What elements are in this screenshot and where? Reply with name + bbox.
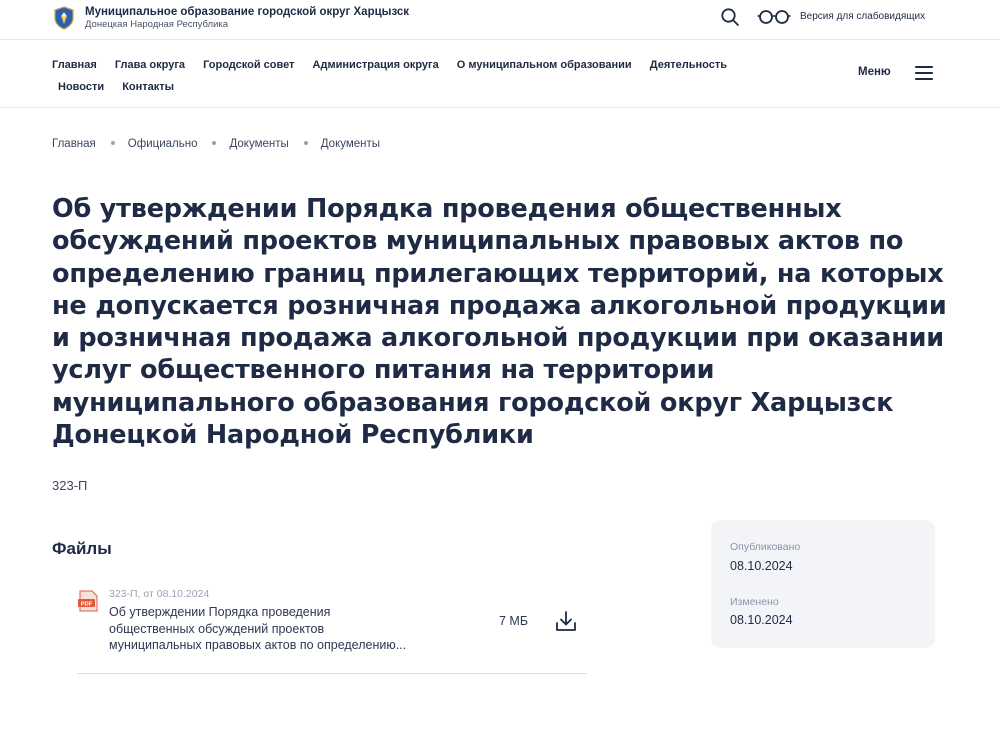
file-description-line: муниципальных правовых актов по определе… [109,638,407,652]
file-description[interactable]: Об утверждении Порядка проведения общест… [109,604,469,654]
title-line: Донецкой Народной Республики [52,420,534,451]
title-line: определению границ прилегающих территори… [52,258,944,289]
breadcrumb-separator [303,140,308,145]
file-size: 7 МБ [499,614,529,628]
breadcrumb-item-official[interactable]: Официально [128,138,198,150]
glasses-icon[interactable] [757,8,791,26]
document-number: 323-П [52,478,88,493]
top-bar: Муниципальное образование городской окру… [0,0,1000,40]
nav-item-administration[interactable]: Администрация округа [313,59,439,71]
title-line: не допускается розничная продажа алкогол… [52,290,947,321]
nav-row-1: Главная Глава округа Городской совет Адм… [52,59,742,71]
title-line: обсуждений проектов муниципальных правов… [52,226,904,257]
nav-item-head[interactable]: Глава округа [115,59,185,71]
published-date: 08.10.2024 [730,559,793,573]
nav-item-activity[interactable]: Деятельность [650,59,727,71]
file-description-line: общественных обсуждений проектов [109,621,325,636]
title-line: услуг общественного питания на территори… [52,355,715,386]
nav-item-council[interactable]: Городской совет [203,59,294,71]
menu-button[interactable]: Меню [858,66,891,78]
breadcrumb-item-home[interactable]: Главная [52,138,96,150]
breadcrumb-item-documents-current[interactable]: Документы [321,138,380,150]
nav-item-about[interactable]: О муниципальном образовании [457,59,632,71]
nav-item-news[interactable]: Новости [58,81,104,93]
title-line: муниципального образования городской окр… [52,387,894,418]
file-meta: 323-П, от 08.10.2024 [109,588,210,600]
download-icon[interactable] [555,610,577,632]
title-line: и розничная продажа алкогольной продукци… [52,323,944,354]
modified-label: Изменено [730,596,779,608]
nav-row-2: Новости Контакты [58,81,189,93]
coat-of-arms-icon[interactable] [52,6,76,30]
org-title[interactable]: Муниципальное образование городской окру… [85,6,409,18]
nav-item-contacts[interactable]: Контакты [122,81,174,93]
org-subtitle: Донецкая Народная Республика [85,19,229,30]
hamburger-icon[interactable] [915,66,933,80]
publication-info-card: Опубликовано 08.10.2024 Изменено 08.10.2… [711,520,935,648]
pdf-icon: PDF [78,590,98,612]
nav-item-home[interactable]: Главная [52,59,97,71]
file-item[interactable]: PDF 323-П, от 08.10.2024 Об утверждении … [77,584,587,674]
file-description-line: Об утверждении Порядка проведения [109,605,331,619]
published-label: Опубликовано [730,541,801,553]
accessibility-version-link[interactable]: Версия для слабовидящих [800,11,925,22]
svg-text:PDF: PDF [81,601,93,607]
breadcrumb-separator [110,140,115,145]
title-line: Об утверждении Порядка проведения общест… [52,194,842,224]
modified-date: 08.10.2024 [730,613,793,627]
breadcrumb-separator [212,140,217,145]
files-heading: Файлы [52,539,112,558]
search-icon[interactable] [720,7,740,27]
main-nav: Главная Глава округа Городской совет Адм… [0,41,1000,108]
breadcrumb-item-documents[interactable]: Документы [229,138,288,150]
page-title: Об утверждении Порядка проведения общест… [52,193,952,451]
breadcrumb: Главная Официально Документы Документы [52,138,380,150]
